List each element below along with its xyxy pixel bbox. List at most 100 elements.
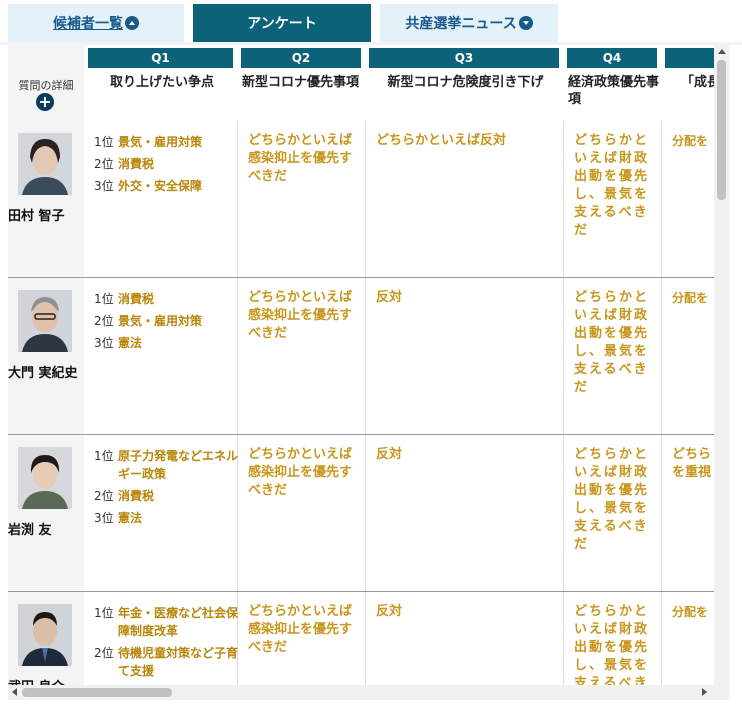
tab-news[interactable]: 共産選挙ニュース bbox=[380, 4, 558, 42]
rank-number: 1位 bbox=[94, 135, 114, 149]
rank-item: 1位 年金・医療など社会保障制度改革 bbox=[94, 604, 241, 640]
vertical-scroll-thumb[interactable] bbox=[717, 60, 726, 200]
rank-topic: 憲法 bbox=[118, 336, 143, 350]
rank-topic: 景気・雇用対策 bbox=[118, 135, 203, 149]
tab-bar: 候補者一覧 アンケート 共産選挙ニュース bbox=[0, 0, 742, 45]
question-text: 新型コロナ優先事項 bbox=[242, 75, 360, 90]
chevron-down-icon bbox=[518, 16, 533, 30]
candidate-name: 岩渕 友 bbox=[8, 523, 52, 538]
column-divider bbox=[563, 121, 564, 685]
rank-topic: 消費税 bbox=[118, 292, 155, 306]
rank-number: 2位 bbox=[94, 646, 114, 660]
rank-item: 3位 憲法 bbox=[94, 334, 241, 352]
q3-answer: 反対 bbox=[376, 290, 403, 305]
q2-answer: どちらかといえば感染抑止を優先すべきだ bbox=[248, 447, 353, 498]
candidate-cell[interactable]: 大門 実紀史 bbox=[8, 278, 84, 434]
q4-answer: どちらかといえば財政出動を優先し、景気を支えるべきだ bbox=[574, 133, 650, 238]
rank-topic: 消費税 bbox=[118, 157, 155, 171]
rank-item: 3位 憲法 bbox=[94, 509, 241, 527]
q1-answer: 1位 消費税 2位 景気・雇用対策 3位 憲法 bbox=[94, 290, 241, 356]
rank-number: 3位 bbox=[94, 179, 114, 193]
q1-answer: 1位 景気・雇用対策 2位 消費税 3位 外交・安全保障 bbox=[94, 133, 241, 199]
q4-answer: どちらかといえば財政出動を優先し、景気を支えるべきだ bbox=[574, 290, 650, 395]
tab-candidates-label: 候補者一覧 bbox=[53, 16, 123, 32]
rank-topic: 消費税 bbox=[118, 489, 155, 503]
tab-survey-label: アンケート bbox=[247, 16, 317, 32]
column-header-q1: Q1 取り上げたい争点 bbox=[84, 44, 237, 121]
q5-answer: どちら を重視 bbox=[672, 447, 712, 480]
q3-answer: 反対 bbox=[376, 604, 403, 619]
q4-answer: どちらかといえば財政出動を優先し、景気を支えるべきだ bbox=[574, 604, 650, 685]
q2-answer: どちらかといえば感染抑止を優先すべきだ bbox=[248, 133, 353, 184]
row-divider bbox=[8, 277, 729, 278]
question-text: 経済政策優先事項 bbox=[568, 75, 660, 107]
rank-number: 1位 bbox=[94, 449, 114, 463]
row-divider bbox=[8, 591, 729, 592]
rank-item: 2位 消費税 bbox=[94, 487, 241, 505]
question-detail-toggle[interactable]: 質問の詳細 bbox=[8, 44, 84, 121]
rank-topic: 外交・安全保障 bbox=[118, 179, 203, 193]
rank-number: 3位 bbox=[94, 511, 114, 525]
rank-topic: 憲法 bbox=[118, 511, 143, 525]
candidate-cell[interactable]: 武田 良介 bbox=[8, 592, 84, 685]
scroll-right-arrow-icon[interactable] bbox=[702, 688, 707, 696]
rank-item: 2位 消費税 bbox=[94, 155, 241, 173]
tab-candidates[interactable]: 候補者一覧 bbox=[8, 4, 184, 42]
q3-answer: どちらかといえば反対 bbox=[376, 133, 507, 148]
column-header-q3: Q3 新型コロナ危険度引き下げ bbox=[365, 44, 563, 121]
candidate-name: 田村 智子 bbox=[8, 209, 65, 224]
rank-number: 1位 bbox=[94, 606, 114, 620]
question-badge: Q2 bbox=[241, 48, 361, 68]
candidate-photo bbox=[18, 447, 72, 509]
q3-answer: 反対 bbox=[376, 447, 403, 462]
rank-topic: 原子力発電などエネルギー政策 bbox=[118, 449, 239, 481]
row-divider bbox=[8, 434, 729, 435]
chevron-up-icon bbox=[125, 16, 139, 30]
rank-item: 1位 原子力発電などエネルギー政策 bbox=[94, 447, 241, 483]
rank-number: 2位 bbox=[94, 489, 114, 503]
tab-news-label: 共産選挙ニュース bbox=[405, 16, 517, 32]
question-text: 新型コロナ危険度引き下げ bbox=[387, 75, 544, 90]
rank-item: 3位 外交・安全保障 bbox=[94, 177, 241, 195]
rank-topic: 待機児童対策など子育て支援 bbox=[118, 646, 239, 678]
candidate-photo bbox=[18, 290, 72, 352]
rank-number: 2位 bbox=[94, 157, 114, 171]
question-badge: Q3 bbox=[369, 48, 559, 68]
candidate-name: 武田 良介 bbox=[8, 676, 84, 685]
scroll-left-arrow-icon[interactable] bbox=[12, 688, 17, 696]
horizontal-scroll-thumb[interactable] bbox=[22, 688, 172, 697]
question-detail-label: 質問の詳細 bbox=[18, 79, 74, 92]
candidate-photo bbox=[18, 604, 72, 666]
rank-topic: 景気・雇用対策 bbox=[118, 314, 203, 328]
question-badge: Q1 bbox=[88, 48, 233, 68]
column-header-q4: Q4 経済政策優先事項 bbox=[563, 44, 661, 121]
scroll-up-arrow-icon[interactable] bbox=[718, 49, 726, 54]
tab-survey[interactable]: アンケート bbox=[193, 4, 371, 42]
rank-item: 1位 景気・雇用対策 bbox=[94, 133, 241, 151]
vertical-scrollbar[interactable] bbox=[714, 44, 729, 685]
rank-number: 1位 bbox=[94, 292, 114, 306]
survey-table: 質問の詳細 Q1 取り上げたい争点 Q2 新型コロナ優先事項 Q3 新型コロナ危… bbox=[8, 44, 729, 685]
question-badge: Q4 bbox=[567, 48, 657, 68]
rank-item: 2位 景気・雇用対策 bbox=[94, 312, 241, 330]
rank-item: 1位 消費税 bbox=[94, 290, 241, 308]
horizontal-scrollbar[interactable] bbox=[8, 685, 729, 700]
rank-number: 2位 bbox=[94, 314, 114, 328]
candidate-cell[interactable]: 田村 智子 bbox=[8, 121, 84, 277]
column-divider bbox=[365, 121, 366, 685]
rank-number: 3位 bbox=[94, 336, 114, 350]
candidate-cell[interactable]: 岩渕 友 bbox=[8, 435, 84, 591]
q4-answer: どちらかといえば財政出動を優先し、景気を支えるべきだ bbox=[574, 447, 650, 552]
column-divider bbox=[661, 121, 662, 685]
rank-item: 2位 待機児童対策など子育て支援 bbox=[94, 644, 241, 680]
q1-answer: 1位 年金・医療など社会保障制度改革 2位 待機児童対策など子育て支援 bbox=[94, 604, 241, 684]
rank-topic: 年金・医療など社会保障制度改革 bbox=[118, 606, 239, 638]
q1-answer: 1位 原子力発電などエネルギー政策 2位 消費税 3位 憲法 bbox=[94, 447, 241, 531]
column-divider bbox=[237, 121, 238, 685]
plus-icon[interactable] bbox=[36, 93, 54, 111]
question-text: 取り上げたい争点 bbox=[109, 75, 214, 90]
q2-answer: どちらかといえば感染抑止を優先すべきだ bbox=[248, 290, 353, 341]
candidate-name: 大門 実紀史 bbox=[8, 366, 78, 381]
column-header-q2: Q2 新型コロナ優先事項 bbox=[237, 44, 365, 121]
q2-answer: どちらかといえば感染抑止を優先すべきだ bbox=[248, 604, 353, 655]
